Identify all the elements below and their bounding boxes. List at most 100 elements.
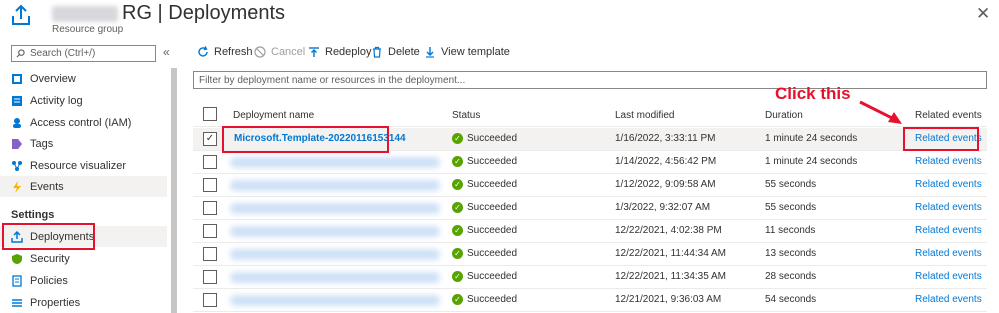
status-cell: ✓ Succeeded — [452, 202, 517, 213]
column-header-last-modified[interactable]: Last modified — [615, 110, 674, 121]
sidebar-item-label: Security — [30, 252, 70, 265]
duration-cell: 1 minute 24 seconds — [765, 133, 858, 144]
sidebar-item-properties[interactable]: Properties — [0, 292, 167, 313]
redeploy-label: Redeploy — [325, 46, 372, 58]
sidebar-item-label: Properties — [30, 296, 81, 309]
sidebar-item-tags[interactable]: Tags — [0, 133, 167, 154]
table-row[interactable]: ✓ Succeeded 12/22/2021, 11:44:34 AM 13 se… — [193, 243, 987, 266]
last-modified-cell: 12/22/2021, 11:34:35 AM — [615, 271, 727, 282]
page-title: RG | Deployments — [122, 2, 286, 24]
duration-cell: 13 seconds — [765, 248, 817, 259]
filter-placeholder: Filter by deployment name or resources i… — [199, 74, 466, 86]
related-events-link[interactable]: Related events — [915, 248, 982, 259]
sidebar-item-label: Overview — [30, 72, 76, 85]
refresh-icon — [198, 46, 208, 57]
status-cell: ✓ Succeeded — [452, 248, 517, 259]
row-checkbox[interactable] — [203, 201, 217, 215]
sidebar-search-placeholder: Search (Ctrl+/) — [30, 48, 96, 59]
duration-cell: 11 seconds — [765, 225, 816, 236]
redacted-deployment-name[interactable] — [230, 272, 440, 283]
last-modified-cell: 1/3/2022, 9:32:07 AM — [615, 202, 711, 213]
row-checkbox[interactable] — [203, 293, 217, 307]
status-cell: ✓ Succeeded — [452, 179, 517, 190]
status-text: Succeeded — [467, 271, 518, 282]
cancel-icon — [254, 46, 266, 58]
sidebar-item-label: Policies — [30, 274, 68, 287]
page-subtitle: Resource group — [52, 24, 124, 35]
success-check-icon: ✓ — [452, 271, 463, 282]
column-header-status[interactable]: Status — [452, 110, 480, 121]
status-cell: ✓ Succeeded — [452, 271, 517, 282]
table-row[interactable]: ✓ Succeeded 12/22/2021, 11:34:35 AM 28 se… — [193, 266, 987, 289]
last-modified-cell: 1/14/2022, 4:56:42 PM — [615, 156, 717, 167]
more-options-button[interactable]: ··· — [242, 6, 259, 22]
related-events-link[interactable]: Related events — [915, 294, 982, 305]
last-modified-cell: 12/22/2021, 4:02:38 PM — [615, 225, 722, 236]
annotation-arrow-icon — [859, 100, 902, 124]
column-header-duration[interactable]: Duration — [765, 110, 803, 121]
delete-button[interactable]: Delete — [371, 46, 420, 58]
column-header-name[interactable]: Deployment name — [233, 110, 314, 121]
related-events-link[interactable]: Related events — [915, 271, 982, 282]
sidebar-item-events[interactable]: Events — [0, 176, 167, 197]
redacted-deployment-name[interactable] — [230, 157, 440, 168]
refresh-button[interactable]: Refresh — [197, 46, 253, 58]
sidebar-search-input[interactable]: Search (Ctrl+/) — [11, 45, 156, 62]
status-text: Succeeded — [467, 294, 518, 305]
status-cell: ✓ Succeeded — [452, 133, 517, 144]
cancel-button[interactable]: Cancel — [254, 46, 305, 58]
redacted-deployment-name[interactable] — [230, 203, 440, 214]
row-checkbox[interactable] — [203, 155, 217, 169]
related-events-link[interactable]: Related events — [915, 202, 982, 213]
visualizer-icon — [11, 160, 23, 172]
table-row[interactable]: ✓ Succeeded 12/22/2021, 4:02:38 PM 11 sec… — [193, 220, 987, 243]
collapse-sidebar-button[interactable]: « — [163, 45, 170, 59]
last-modified-cell: 1/12/2022, 9:09:58 AM — [615, 179, 716, 190]
download-icon — [426, 47, 434, 58]
row-checkbox[interactable] — [203, 178, 217, 192]
sidebar-item-label: Access control (IAM) — [30, 116, 132, 129]
duration-cell: 28 seconds — [765, 271, 817, 282]
redeploy-button[interactable]: Redeploy — [308, 46, 371, 58]
success-check-icon: ✓ — [452, 294, 463, 305]
status-cell: ✓ Succeeded — [452, 294, 517, 305]
redacted-deployment-name[interactable] — [230, 180, 440, 191]
iam-icon — [11, 117, 23, 129]
success-check-icon: ✓ — [452, 248, 463, 259]
sidebar-scrollbar[interactable] — [171, 68, 177, 313]
status-text: Succeeded — [467, 156, 518, 167]
close-icon[interactable]: ✕ — [976, 4, 990, 24]
success-check-icon: ✓ — [452, 156, 463, 167]
select-all-checkbox[interactable] — [203, 107, 217, 121]
sidebar-item-policies[interactable]: Policies — [0, 270, 167, 291]
redacted-deployment-name[interactable] — [230, 249, 440, 260]
row-checkbox[interactable] — [203, 247, 217, 261]
last-modified-cell: 1/16/2022, 3:33:11 PM — [615, 133, 716, 144]
status-text: Succeeded — [467, 202, 518, 213]
row-checkbox[interactable] — [203, 270, 217, 284]
view-template-button[interactable]: View template — [424, 46, 510, 58]
success-check-icon: ✓ — [452, 179, 463, 190]
table-row[interactable]: ✓ Succeeded 12/21/2021, 9:36:03 AM 54 sec… — [193, 289, 987, 312]
related-events-link[interactable]: Related events — [915, 156, 982, 167]
trash-icon — [373, 46, 381, 58]
redacted-deployment-name[interactable] — [230, 295, 440, 306]
table-row[interactable]: ✓ Succeeded 1/3/2022, 9:32:07 AM 55 secon… — [193, 197, 987, 220]
sidebar-item-access-control[interactable]: Access control (IAM) — [0, 112, 167, 133]
row-checkbox[interactable] — [203, 224, 217, 238]
tag-icon — [11, 138, 23, 150]
sidebar-item-security[interactable]: Security — [0, 248, 167, 269]
row-checkbox[interactable]: ✓ — [203, 132, 217, 146]
sidebar-item-resource-visualizer[interactable]: Resource visualizer — [0, 155, 167, 176]
sidebar-item-overview[interactable]: Overview — [0, 68, 167, 89]
deployment-filter-input[interactable]: Filter by deployment name or resources i… — [193, 71, 987, 89]
related-events-link[interactable]: Related events — [915, 179, 982, 190]
column-header-related-events[interactable]: Related events — [915, 110, 982, 121]
table-row[interactable]: ✓ Succeeded 1/14/2022, 4:56:42 PM 1 minut… — [193, 151, 987, 174]
annotation-callout: Click this — [775, 84, 851, 103]
table-row[interactable]: ✓ Succeeded 1/12/2022, 9:09:58 AM 55 seco… — [193, 174, 987, 197]
sidebar-item-activity-log[interactable]: Activity log — [0, 90, 167, 111]
redacted-deployment-name[interactable] — [230, 226, 440, 237]
related-events-link[interactable]: Related events — [915, 225, 982, 236]
status-text: Succeeded — [467, 225, 518, 236]
